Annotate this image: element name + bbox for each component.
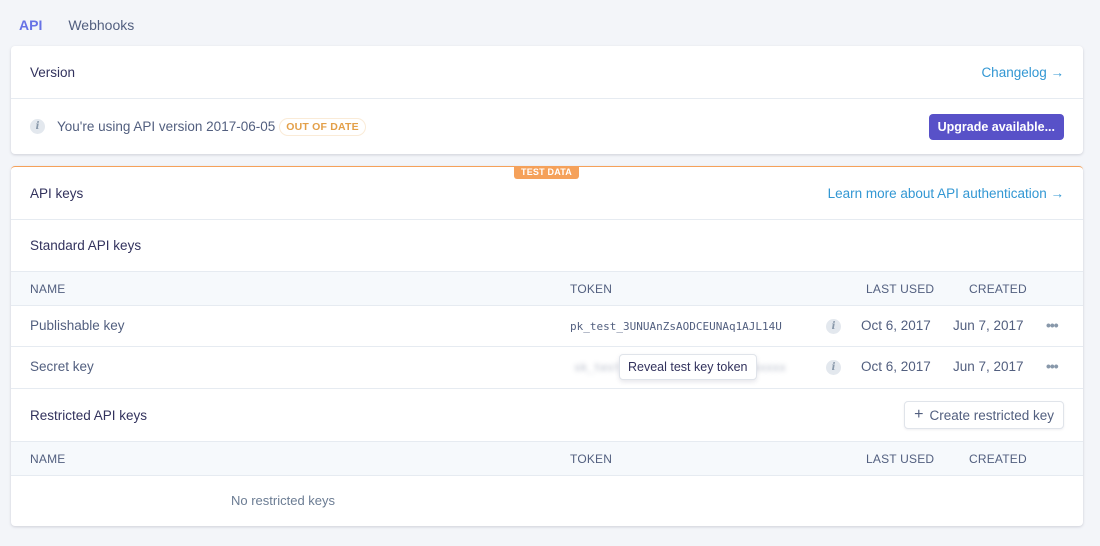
column-last-used: LAST USED <box>866 452 935 466</box>
tab-webhooks[interactable]: Webhooks <box>68 17 134 33</box>
table-row: Secret key sk_test_xxxxxxxxxxxxxxxxxxxxx… <box>11 347 1083 389</box>
api-keys-header: API keys Learn more about API authentica… <box>11 167 1083 219</box>
key-token[interactable]: pk_test_3UNUAnZsAODCEUNAq1AJL14U <box>570 320 782 333</box>
standard-table-header: NAME TOKEN LAST USED CREATED <box>11 271 1083 306</box>
version-message: You're using API version 2017-06-05 <box>57 119 276 134</box>
restricted-keys-header: Restricted API keys + Create restricted … <box>11 389 1083 441</box>
create-restricted-key-button[interactable]: + Create restricted key <box>904 401 1064 429</box>
created-date: Jun 7, 2017 <box>953 318 1024 333</box>
plus-icon: + <box>914 406 924 423</box>
last-used: Oct 6, 2017 <box>861 318 931 333</box>
column-token: TOKEN <box>570 452 613 466</box>
key-name: Secret key <box>30 359 94 374</box>
api-keys-title: API keys <box>30 185 84 201</box>
column-name: NAME <box>30 282 66 296</box>
column-token: TOKEN <box>570 282 613 296</box>
column-name: NAME <box>30 452 66 466</box>
reveal-token-tooltip[interactable]: Reveal test key token <box>619 354 757 380</box>
version-status-row: i You're using API version 2017-06-05 OU… <box>11 99 1083 154</box>
table-row: Publishable key pk_test_3UNUAnZsAODCEUNA… <box>11 306 1083 347</box>
restricted-keys-title: Restricted API keys <box>30 407 148 423</box>
tab-api[interactable]: API <box>19 17 42 33</box>
learn-more-link[interactable]: Learn more about API authentication → <box>828 186 1064 201</box>
created-date: Jun 7, 2017 <box>953 359 1024 374</box>
more-options-icon[interactable]: ••• <box>1046 317 1059 333</box>
column-created: CREATED <box>969 452 1027 466</box>
info-icon[interactable]: i <box>826 319 841 334</box>
key-name: Publishable key <box>30 318 125 333</box>
version-card: Version Changelog → i You're using API v… <box>11 46 1083 154</box>
standard-keys-title: Standard API keys <box>30 238 142 253</box>
version-header: Version Changelog → <box>11 46 1083 98</box>
create-restricted-key-label: Create restricted key <box>929 407 1054 423</box>
empty-state-text: No restricted keys <box>231 493 336 508</box>
info-icon[interactable]: i <box>826 360 841 375</box>
changelog-link[interactable]: Changelog → <box>981 65 1064 80</box>
more-options-icon[interactable]: ••• <box>1046 358 1059 374</box>
standard-keys-header: Standard API keys <box>11 220 1083 271</box>
last-used: Oct 6, 2017 <box>861 359 931 374</box>
info-icon: i <box>30 119 45 134</box>
column-last-used: LAST USED <box>866 282 935 296</box>
upgrade-button[interactable]: Upgrade available... <box>928 113 1064 140</box>
version-title: Version <box>30 64 76 80</box>
api-keys-card: TEST DATA API keys Learn more about API … <box>11 166 1083 526</box>
column-created: CREATED <box>969 282 1027 296</box>
out-of-date-badge: OUT OF DATE <box>279 117 366 136</box>
nav-tabs: API Webhooks <box>19 17 134 33</box>
restricted-table-header: NAME TOKEN LAST USED CREATED <box>11 441 1083 476</box>
